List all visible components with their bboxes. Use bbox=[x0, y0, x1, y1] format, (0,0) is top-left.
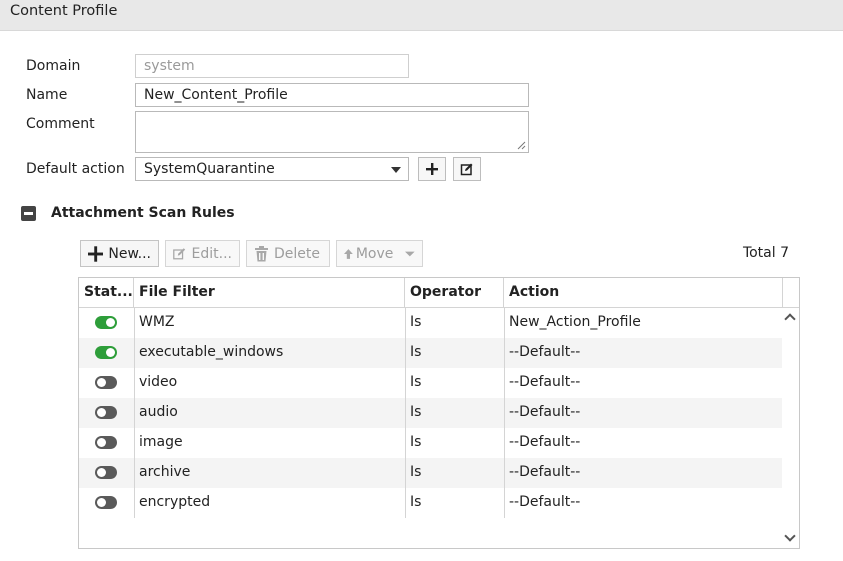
action-cell: --Default-- bbox=[509, 374, 581, 390]
plus-icon bbox=[88, 245, 104, 262]
trash-icon bbox=[255, 245, 268, 261]
file-filter-cell: image bbox=[139, 434, 183, 450]
resize-grip-icon[interactable] bbox=[516, 140, 526, 150]
status-toggle[interactable] bbox=[95, 466, 117, 479]
file-filter-cell: archive bbox=[139, 464, 191, 480]
collapse-icon[interactable] bbox=[21, 206, 36, 221]
table-row[interactable]: image Is --Default-- bbox=[79, 428, 782, 458]
col-operator[interactable]: Operator bbox=[405, 278, 504, 308]
window-title: Content Profile bbox=[10, 3, 118, 19]
comment-label: Comment bbox=[26, 116, 95, 132]
file-filter-cell: encrypted bbox=[139, 494, 211, 510]
status-cell bbox=[79, 368, 134, 398]
table-row[interactable]: archive Is --Default-- bbox=[79, 458, 782, 488]
action-cell: --Default-- bbox=[509, 344, 581, 360]
scroll-down-icon[interactable] bbox=[784, 530, 796, 542]
operator-cell: Is bbox=[410, 404, 422, 420]
new-button-label: New... bbox=[108, 245, 151, 262]
arrow-up-icon bbox=[344, 248, 353, 259]
operator-cell: Is bbox=[410, 464, 422, 480]
col-file-filter[interactable]: File Filter bbox=[134, 278, 405, 308]
table-row[interactable]: WMZ Is New_Action_Profile bbox=[79, 308, 782, 338]
status-toggle[interactable] bbox=[95, 376, 117, 389]
file-filter-cell: audio bbox=[139, 404, 178, 420]
comment-field[interactable] bbox=[135, 111, 529, 153]
status-toggle[interactable] bbox=[95, 436, 117, 449]
move-button[interactable]: Move bbox=[336, 240, 423, 267]
col-action[interactable]: Action bbox=[504, 278, 783, 308]
default-action-select[interactable]: SystemQuarantine bbox=[135, 157, 409, 181]
table-body: WMZ Is New_Action_Profile executable_win… bbox=[79, 308, 782, 518]
domain-field: system bbox=[135, 54, 409, 78]
table-row[interactable]: video Is --Default-- bbox=[79, 368, 782, 398]
status-cell bbox=[79, 488, 134, 518]
status-toggle[interactable] bbox=[95, 406, 117, 419]
table-row[interactable]: encrypted Is --Default-- bbox=[79, 488, 782, 518]
status-cell bbox=[79, 428, 134, 458]
col-status[interactable]: Stat... bbox=[79, 278, 134, 308]
edit-button-label: Edit... bbox=[191, 245, 232, 262]
action-cell: --Default-- bbox=[509, 464, 581, 480]
file-filter-cell: executable_windows bbox=[139, 344, 284, 360]
status-toggle[interactable] bbox=[95, 346, 117, 359]
action-cell: New_Action_Profile bbox=[509, 314, 641, 330]
scroll-up-icon[interactable] bbox=[784, 313, 796, 325]
table-row[interactable]: executable_windows Is --Default-- bbox=[79, 338, 782, 368]
operator-cell: Is bbox=[410, 494, 422, 510]
table-row[interactable]: audio Is --Default-- bbox=[79, 398, 782, 428]
action-cell: --Default-- bbox=[509, 494, 581, 510]
operator-cell: Is bbox=[410, 434, 422, 450]
rules-table: Stat... File Filter Operator Action WMZ … bbox=[78, 277, 800, 549]
status-cell bbox=[79, 338, 134, 368]
plus-icon bbox=[426, 163, 438, 175]
column-divider bbox=[405, 308, 406, 518]
file-filter-cell: WMZ bbox=[139, 314, 175, 330]
operator-cell: Is bbox=[410, 374, 422, 390]
vertical-scrollbar[interactable] bbox=[782, 308, 799, 548]
status-toggle[interactable] bbox=[95, 496, 117, 509]
domain-label: Domain bbox=[26, 58, 81, 74]
operator-cell: Is bbox=[410, 314, 422, 330]
edit-button[interactable]: Edit... bbox=[165, 240, 240, 267]
action-cell: --Default-- bbox=[509, 404, 581, 420]
action-cell: --Default-- bbox=[509, 434, 581, 450]
column-divider bbox=[134, 308, 135, 518]
total-count: Total 7 bbox=[742, 245, 789, 261]
file-filter-cell: video bbox=[139, 374, 178, 390]
table-header: Stat... File Filter Operator Action bbox=[79, 278, 799, 308]
caret-down-icon bbox=[405, 251, 415, 256]
status-cell bbox=[79, 308, 134, 338]
default-action-value: SystemQuarantine bbox=[144, 161, 275, 177]
status-cell bbox=[79, 398, 134, 428]
move-button-label: Move bbox=[355, 245, 394, 262]
title-bar: Content Profile bbox=[0, 0, 843, 31]
caret-down-icon bbox=[391, 167, 401, 173]
column-divider bbox=[504, 308, 505, 518]
status-toggle[interactable] bbox=[95, 316, 117, 329]
delete-button-label: Delete bbox=[274, 245, 320, 262]
name-field[interactable]: New_Content_Profile bbox=[135, 83, 529, 107]
new-button[interactable]: New... bbox=[80, 240, 159, 267]
section-title: Attachment Scan Rules bbox=[51, 205, 235, 221]
status-cell bbox=[79, 458, 134, 488]
pencil-icon bbox=[173, 247, 186, 259]
operator-cell: Is bbox=[410, 344, 422, 360]
add-action-button[interactable] bbox=[418, 157, 446, 181]
delete-button[interactable]: Delete bbox=[246, 240, 330, 267]
name-label: Name bbox=[26, 87, 68, 103]
default-action-label: Default action bbox=[26, 161, 125, 177]
edit-action-button[interactable] bbox=[453, 157, 481, 181]
edit-icon bbox=[460, 163, 473, 176]
